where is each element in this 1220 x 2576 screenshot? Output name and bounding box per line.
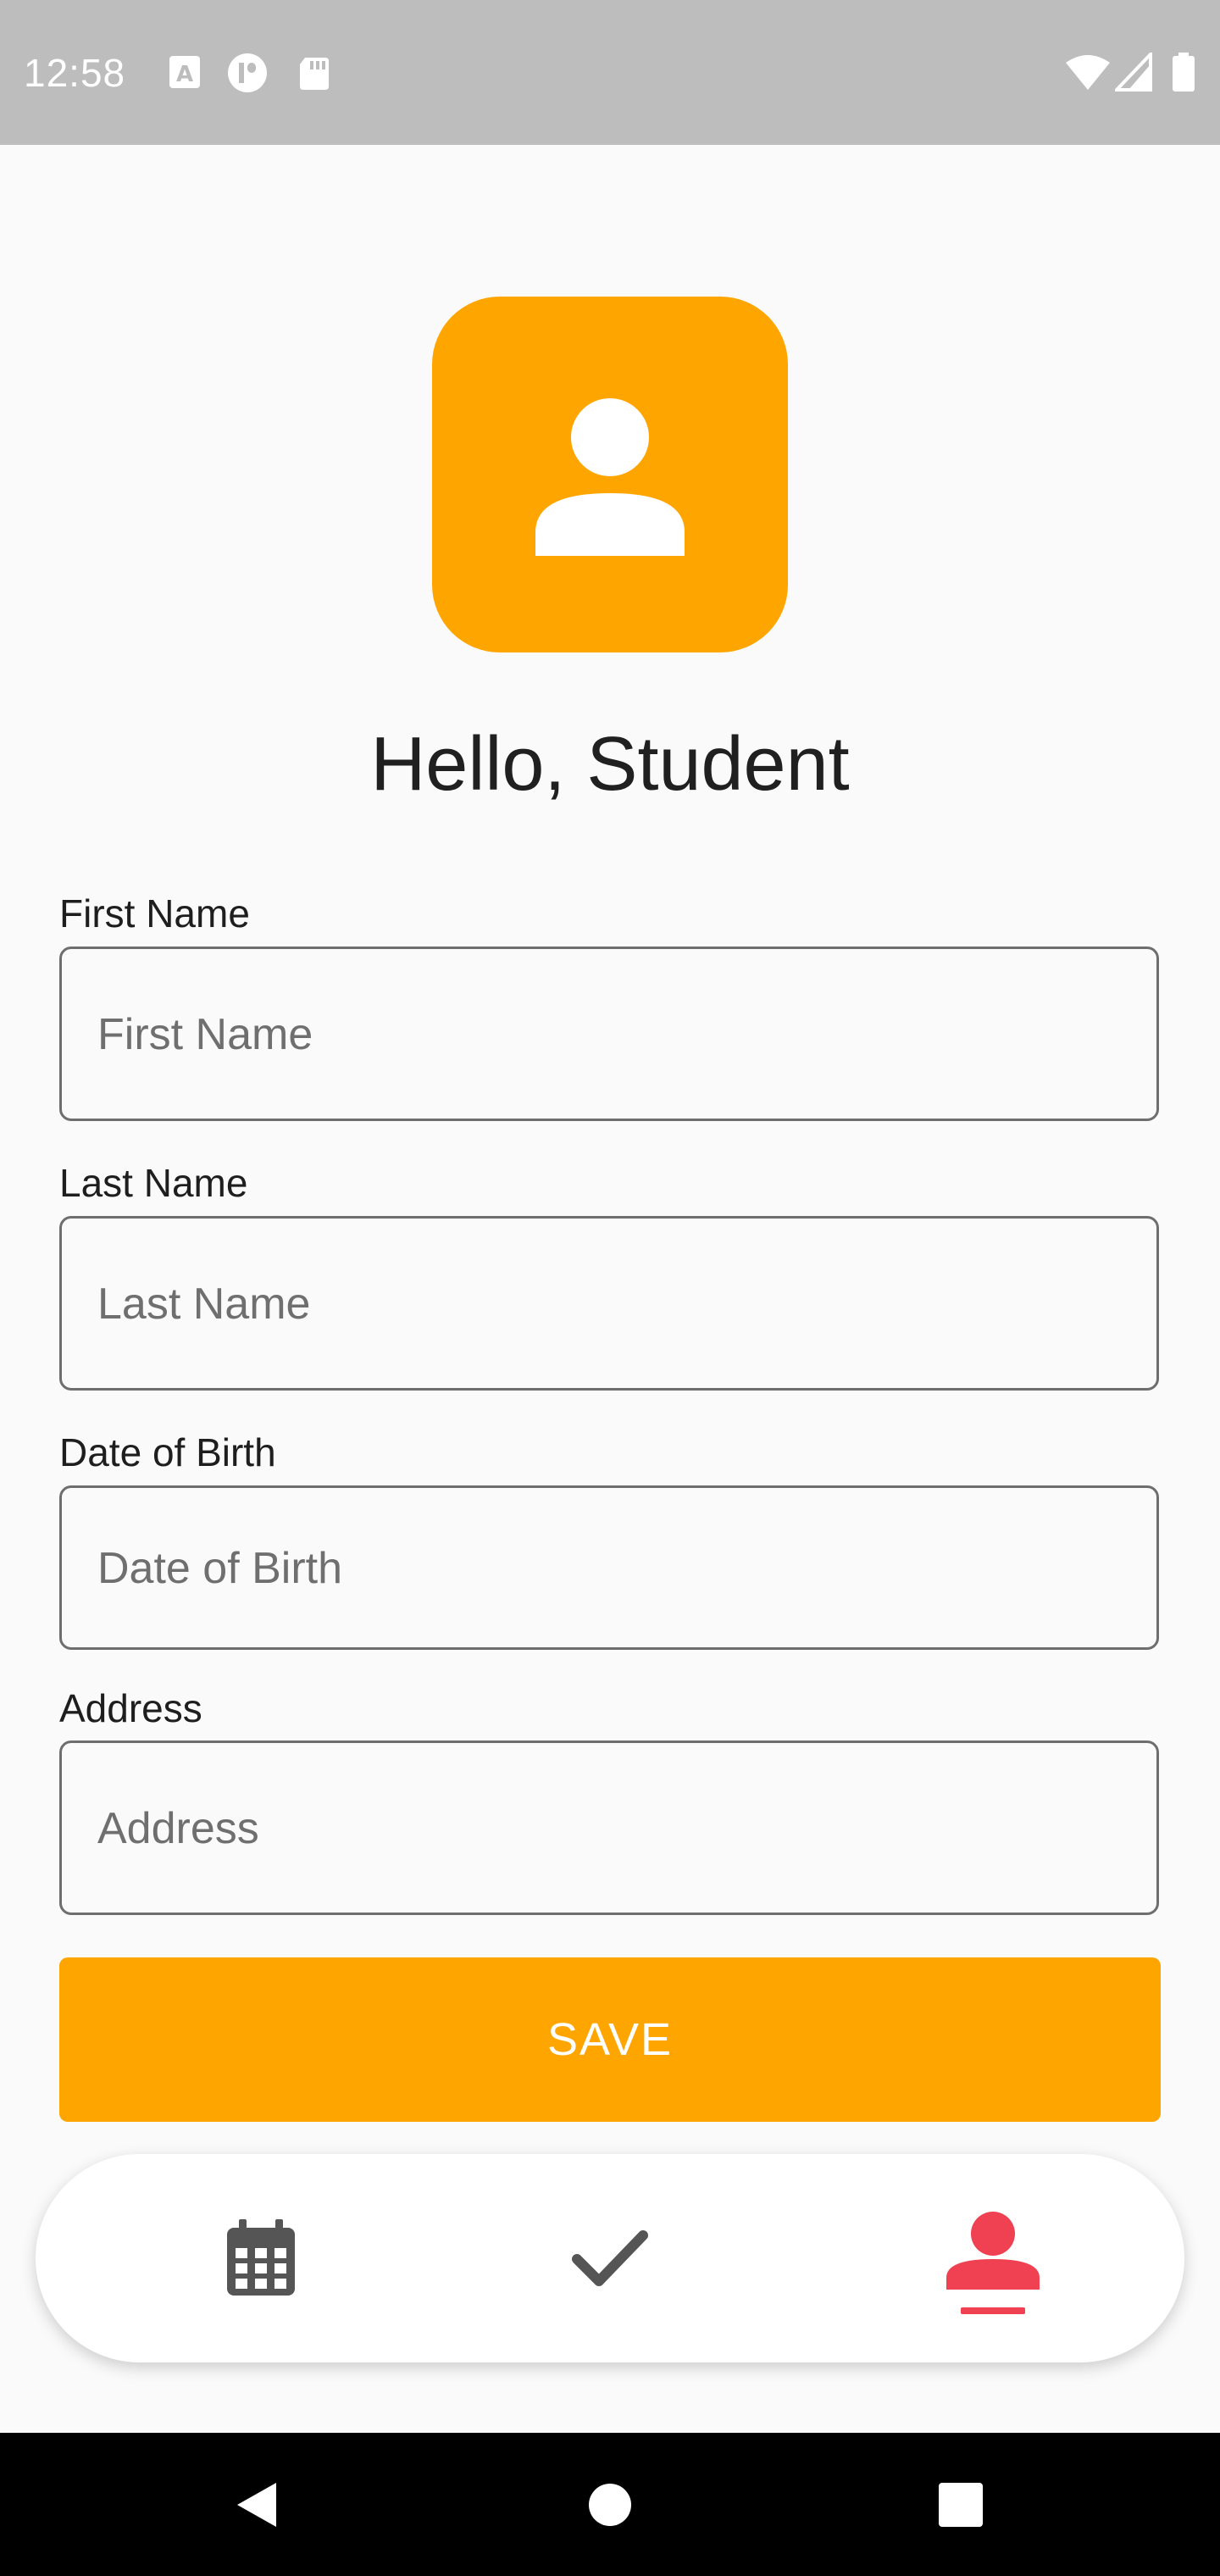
last-name-label: Last Name: [59, 1161, 248, 1205]
home-button[interactable]: [542, 2433, 678, 2576]
last-name-input[interactable]: [96, 1219, 1116, 1390]
nav-item-profile[interactable]: [866, 2154, 1120, 2362]
recents-square-icon: [939, 2482, 983, 2527]
calendar-icon: [227, 2219, 295, 2296]
avatar[interactable]: [432, 297, 788, 652]
person-icon: [535, 398, 685, 556]
dob-input[interactable]: [96, 1488, 1116, 1649]
status-time: 12:58: [24, 51, 126, 95]
a-box-icon: A: [169, 56, 200, 88]
greeting-title: Hello, Student: [370, 722, 850, 807]
dob-label: Date of Birth: [59, 1430, 276, 1474]
nav-item-calendar[interactable]: [134, 2154, 388, 2362]
address-field[interactable]: [59, 1740, 1159, 1915]
address-label: Address: [59, 1686, 202, 1730]
status-bar: 12:58 A: [0, 0, 1220, 145]
dob-field[interactable]: [59, 1485, 1159, 1650]
check-icon: [572, 2230, 648, 2286]
home-circle-icon: [589, 2483, 631, 2526]
back-button[interactable]: [188, 2433, 324, 2576]
active-tab-indicator: [961, 2307, 1025, 2314]
first-name-label: First Name: [59, 891, 250, 935]
sd-card-icon: [300, 58, 329, 90]
system-nav-bar: [0, 2433, 1220, 2576]
last-name-field[interactable]: [59, 1216, 1159, 1391]
nav-item-tasks[interactable]: [483, 2154, 737, 2362]
svg-text:A: A: [176, 62, 193, 87]
circle-p-icon: [228, 53, 267, 92]
save-button[interactable]: SAVE: [59, 1957, 1161, 2122]
first-name-input[interactable]: [96, 949, 1116, 1120]
recents-button[interactable]: [893, 2433, 1029, 2576]
battery-icon: [1173, 53, 1195, 92]
wifi-icon: [1066, 55, 1110, 90]
bottom-nav: [36, 2154, 1184, 2362]
first-name-field[interactable]: [59, 947, 1159, 1121]
back-triangle-icon: [237, 2482, 276, 2527]
signal-icon: [1115, 53, 1152, 92]
address-input[interactable]: [96, 1743, 1116, 1914]
person-icon: [946, 2212, 1040, 2290]
